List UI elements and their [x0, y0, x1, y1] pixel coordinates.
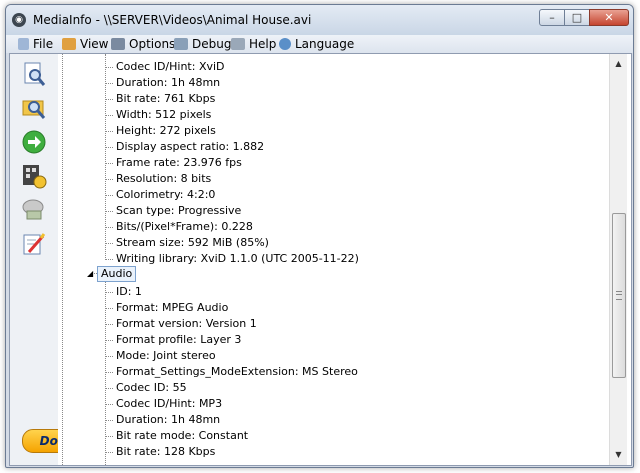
menu-options-label: Options — [129, 37, 176, 51]
window-title: MediaInfo - \\SERVER\Videos\Animal House… — [33, 13, 312, 27]
menu-help-label: Help — [249, 37, 277, 51]
row-connector — [105, 356, 113, 357]
tree-row[interactable]: Codec ID: 55 — [116, 380, 187, 396]
tree-row[interactable]: ID: 1 — [116, 284, 142, 300]
menu-view-label: View — [80, 37, 109, 51]
row-connector — [105, 115, 113, 116]
row-connector — [105, 83, 113, 84]
row-connector — [105, 340, 113, 341]
menu-view[interactable]: View — [62, 37, 108, 51]
tree-row[interactable]: Bit rate: 761 Kbps — [116, 91, 215, 107]
menu-debug[interactable]: Debug — [174, 37, 231, 51]
row-connector — [105, 292, 113, 293]
menu-file-label: File — [33, 37, 54, 51]
minimize-button[interactable]: – — [539, 9, 565, 26]
tree-row[interactable]: Display aspect ratio: 1.882 — [116, 139, 264, 155]
menu-file[interactable]: File — [18, 37, 53, 51]
tree-row[interactable]: Writing library: XviD 1.1.0 (UTC 2005-11… — [116, 251, 359, 267]
menu-language-label: Language — [295, 37, 355, 51]
collapse-arrow-icon[interactable]: ◢ — [87, 270, 95, 278]
menu-language[interactable]: Language — [279, 37, 354, 51]
scroll-up-arrow-icon[interactable]: ▲ — [610, 56, 627, 72]
menu-debug-label: Debug — [192, 37, 232, 51]
tree-guide-line-root — [62, 54, 63, 465]
edit-icon — [23, 233, 46, 255]
tree-row[interactable]: Frame rate: 23.976 fps — [116, 155, 242, 171]
tree-node-audio[interactable]: Audio — [97, 266, 137, 282]
row-connector — [105, 420, 113, 421]
row-connector — [105, 147, 113, 148]
app-icon: ◉ — [12, 13, 26, 27]
row-connector — [105, 195, 113, 196]
menu-bar: File View Options Debug Help Language — [6, 35, 633, 53]
tree-guide-line — [105, 54, 106, 260]
row-connector — [105, 388, 113, 389]
close-button[interactable]: ✕ — [589, 9, 629, 26]
tree-row[interactable]: Bit rate: 128 Kbps — [116, 444, 215, 460]
toolbar-export-button[interactable] — [20, 162, 48, 190]
row-connector — [105, 308, 113, 309]
tree-row[interactable]: Format profile: Layer 3 — [116, 332, 241, 348]
row-connector — [105, 243, 113, 244]
language-icon — [279, 38, 291, 50]
tree-row[interactable]: Width: 512 pixels — [116, 107, 211, 123]
export-icon — [23, 165, 47, 189]
go-arrow-icon — [22, 130, 46, 154]
row-connector — [105, 67, 113, 68]
row-connector — [105, 324, 113, 325]
side-toolbar: Donate — [10, 54, 106, 465]
tree-row[interactable]: Bit rate mode: Constant — [116, 428, 248, 444]
tree-row[interactable]: Codec ID/Hint: MP3 — [116, 396, 222, 412]
tree-row[interactable]: Format: MPEG Audio — [116, 300, 228, 316]
row-connector — [105, 452, 113, 453]
row-connector — [105, 259, 113, 260]
tree-row[interactable]: Duration: 1h 48mn — [116, 412, 220, 428]
preferences-icon — [22, 199, 44, 220]
help-icon — [231, 38, 245, 50]
open-folder-icon — [22, 100, 46, 119]
tree-row[interactable]: Codec ID/Hint: XviD — [116, 59, 225, 75]
toolbar-open-folder-button[interactable] — [20, 94, 48, 122]
row-connector — [105, 404, 113, 405]
tree-row[interactable]: Colorimetry: 4:2:0 — [116, 187, 215, 203]
toolbar-preferences-button[interactable] — [20, 196, 48, 224]
options-icon — [111, 38, 125, 50]
row-connector — [105, 211, 113, 212]
toolbar-go-button[interactable] — [20, 128, 48, 156]
vertical-scrollbar[interactable]: ▲ ▼ — [609, 54, 627, 465]
scrollbar-thumb[interactable] — [612, 213, 626, 378]
toolbar-edit-button[interactable] — [20, 230, 48, 258]
row-connector — [105, 436, 113, 437]
tree-row[interactable]: Stream size: 592 MiB (85%) — [116, 235, 269, 251]
main-content: Donate Codec ID/Hint: XviD Duration: 1h … — [9, 53, 632, 466]
row-connector — [105, 99, 113, 100]
scroll-down-arrow-icon[interactable]: ▼ — [610, 447, 627, 463]
toolbar-open-file-button[interactable] — [20, 60, 48, 88]
menu-help[interactable]: Help — [231, 37, 276, 51]
view-icon — [62, 38, 76, 50]
tree-row[interactable]: Bits/(Pixel*Frame): 0.228 — [116, 219, 253, 235]
tree-row[interactable]: Scan type: Progressive — [116, 203, 241, 219]
menu-options[interactable]: Options — [111, 37, 175, 51]
tree-row[interactable]: Mode: Joint stereo — [116, 348, 216, 364]
tree-row[interactable]: Duration: 1h 48mn — [116, 75, 220, 91]
tree-row[interactable]: Height: 272 pixels — [116, 123, 216, 139]
debug-icon — [174, 38, 188, 50]
maximize-button[interactable]: □ — [564, 9, 590, 26]
row-connector — [105, 179, 113, 180]
info-tree: Codec ID/Hint: XviD Duration: 1h 48mn Bi… — [58, 54, 609, 465]
row-connector — [105, 372, 113, 373]
mediainfo-window: ◉ MediaInfo - \\SERVER\Videos\Animal Hou… — [5, 4, 634, 468]
title-bar[interactable]: ◉ MediaInfo - \\SERVER\Videos\Animal Hou… — [6, 5, 633, 35]
tree-row[interactable]: Format_Settings_ModeExtension: MS Stereo — [116, 364, 358, 380]
tree-row[interactable]: Resolution: 8 bits — [116, 171, 211, 187]
tree-row[interactable]: Format version: Version 1 — [116, 316, 257, 332]
file-icon — [18, 38, 29, 50]
row-connector — [105, 227, 113, 228]
open-file-icon — [24, 62, 46, 86]
grip-icon — [616, 291, 622, 300]
row-connector — [105, 131, 113, 132]
row-connector — [105, 163, 113, 164]
